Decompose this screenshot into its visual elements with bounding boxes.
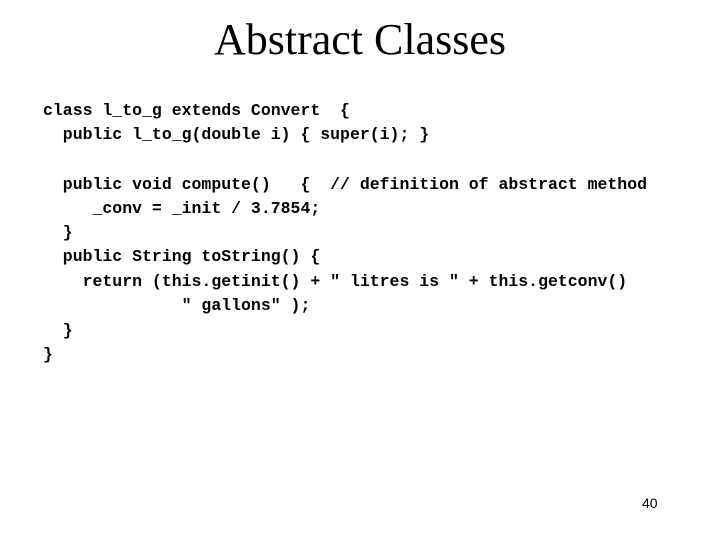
slide-title: Abstract Classes: [213, 15, 507, 64]
code-line: return (this.getinit() + " litres is " +…: [43, 272, 628, 291]
code-line: class l_to_g extends Convert {: [43, 101, 350, 120]
code-line: public void compute() { // definition of…: [43, 175, 647, 194]
code-line: }: [43, 223, 73, 242]
code-line: " gallons" );: [43, 296, 311, 315]
code-line: public l_to_g(double i) { super(i); }: [43, 125, 430, 144]
code-line: _conv = _init / 3.7854;: [43, 199, 321, 218]
code-line: }: [43, 345, 53, 364]
page-number: 40: [642, 495, 658, 511]
code-line: public String toString() {: [43, 247, 321, 266]
code-line: }: [43, 321, 73, 340]
